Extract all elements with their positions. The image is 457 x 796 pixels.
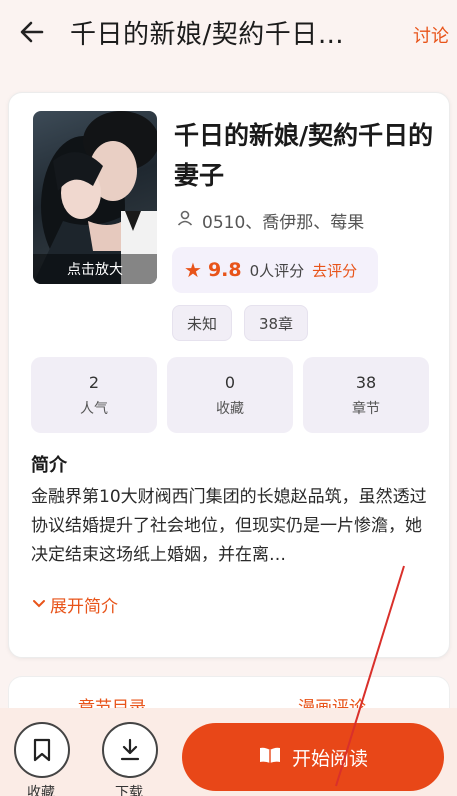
bookmark-icon — [33, 738, 51, 762]
rating-score: 9.8 — [207, 259, 242, 281]
start-reading-label: 开始阅读 — [291, 747, 368, 770]
favorite-button[interactable] — [14, 722, 70, 778]
authors-row: 0510、喬伊那、莓果 — [176, 208, 364, 233]
download-label: 下载 — [115, 785, 143, 796]
intro-text: 金融界第10大财阀西门集团的长媳赵品筑，虽然透过协议结婚提升了社会地位，但现实仍… — [31, 487, 427, 565]
person-icon — [176, 209, 194, 232]
download-button[interactable] — [102, 722, 158, 778]
stat-label: 人气 — [80, 400, 108, 417]
rating-box: ★ 9.8 0人评分 去评分 — [172, 247, 378, 293]
expand-intro-button[interactable]: 展开简介 — [32, 592, 118, 617]
authors-text: 0510、喬伊那、莓果 — [202, 213, 365, 233]
cover-zoom-label: 点击放大 — [33, 254, 157, 284]
page-title: 千日的新娘/契約千日的妻子 — [70, 20, 370, 50]
open-book-icon — [258, 746, 282, 769]
chevron-down-icon — [32, 595, 46, 615]
stat-value: 0 — [224, 372, 236, 392]
stat-value: 2 — [88, 372, 100, 392]
intro-heading: 简介 — [31, 455, 67, 476]
top-bar: 千日的新娘/契約千日的妻子 讨论 — [0, 0, 457, 64]
book-cover[interactable]: 点击放大 — [33, 111, 157, 284]
star-icon: ★ — [184, 258, 202, 282]
favorite-label: 收藏 — [27, 785, 55, 796]
stat-chapters: 38 章节 — [303, 357, 429, 433]
stat-popularity: 2 人气 — [31, 357, 157, 433]
stat-favorites: 0 收藏 — [167, 357, 293, 433]
download-icon — [120, 738, 140, 761]
expand-intro-label: 展开简介 — [50, 597, 118, 617]
stat-label: 收藏 — [216, 400, 244, 417]
stat-value: 38 — [355, 372, 377, 392]
rate-link[interactable]: 去评分 — [312, 260, 357, 281]
stat-label: 章节 — [352, 400, 380, 417]
start-reading-button[interactable]: 开始阅读 — [182, 723, 444, 791]
book-title: 千日的新娘/契約千日的妻子 — [174, 121, 434, 190]
status-tag: 未知 — [172, 305, 232, 341]
chapter-count-tag: 38章 — [244, 305, 308, 341]
rating-count: 0人评分 — [249, 261, 305, 280]
back-arrow-icon[interactable] — [18, 18, 46, 46]
discuss-link[interactable]: 讨论 — [413, 22, 449, 48]
